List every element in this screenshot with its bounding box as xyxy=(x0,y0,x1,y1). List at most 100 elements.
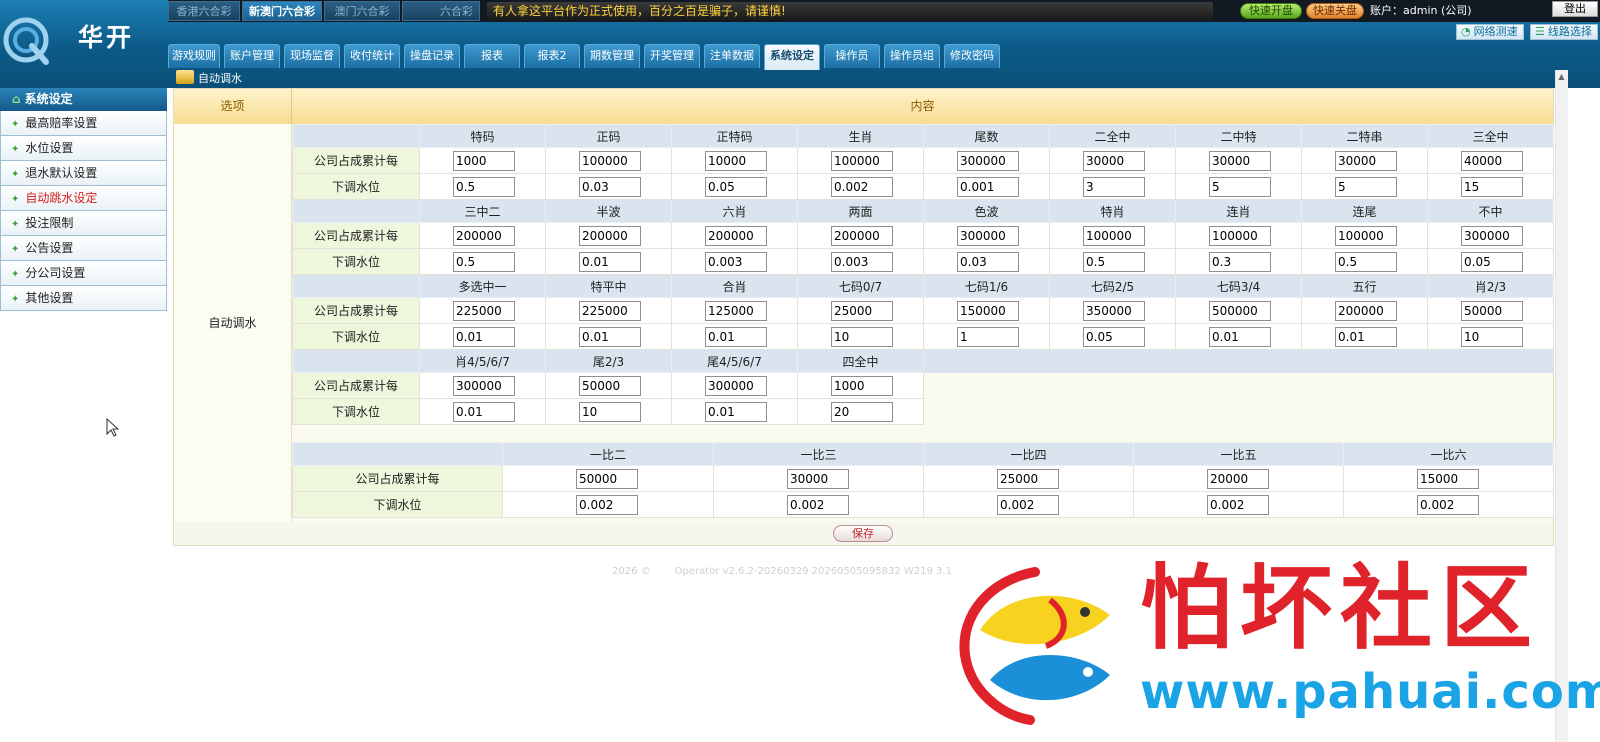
water-input[interactable] xyxy=(997,494,1059,515)
amount-input[interactable] xyxy=(1335,150,1397,171)
amount-input[interactable] xyxy=(1461,225,1523,246)
amount-input[interactable] xyxy=(705,375,767,396)
water-input[interactable] xyxy=(705,176,767,197)
water-input[interactable] xyxy=(1083,176,1145,197)
sidebar-item-water-level[interactable]: ✦ 水位设置 xyxy=(0,136,167,161)
amount-input[interactable] xyxy=(453,300,515,321)
water-input[interactable] xyxy=(957,251,1019,272)
amount-input[interactable] xyxy=(579,225,641,246)
water-input[interactable] xyxy=(1461,176,1523,197)
amount-input[interactable] xyxy=(831,225,893,246)
water-input[interactable] xyxy=(453,251,515,272)
amount-input[interactable] xyxy=(1083,225,1145,246)
amount-input[interactable] xyxy=(705,150,767,171)
nav-tab-settlement[interactable]: 收付统计 xyxy=(344,44,400,68)
sidebar-item-branch[interactable]: ✦ 分公司设置 xyxy=(0,261,167,286)
water-input[interactable] xyxy=(1335,326,1397,347)
nav-tab-rules[interactable]: 游戏规则 xyxy=(168,44,220,68)
amount-input[interactable] xyxy=(997,468,1059,489)
water-input[interactable] xyxy=(705,326,767,347)
quick-open-button[interactable]: 快速开盘 xyxy=(1240,3,1302,19)
amount-input[interactable] xyxy=(1461,300,1523,321)
nav-tab-report2[interactable]: 报表2 xyxy=(524,44,580,68)
amount-input[interactable] xyxy=(579,375,641,396)
amount-input[interactable] xyxy=(957,150,1019,171)
water-input[interactable] xyxy=(579,401,641,422)
water-input[interactable] xyxy=(1461,251,1523,272)
water-input[interactable] xyxy=(1083,326,1145,347)
water-input[interactable] xyxy=(453,401,515,422)
water-input[interactable] xyxy=(831,251,893,272)
water-input[interactable] xyxy=(453,326,515,347)
amount-input[interactable] xyxy=(1207,468,1269,489)
sidebar-item-max-odds[interactable]: ✦ 最高赔率设置 xyxy=(0,111,167,136)
amount-input[interactable] xyxy=(705,300,767,321)
water-input[interactable] xyxy=(1335,251,1397,272)
sidebar-item-notice[interactable]: ✦ 公告设置 xyxy=(0,236,167,261)
sidebar-item-auto-adjust[interactable]: ✦ 自动跳水设定 xyxy=(0,186,167,211)
lottery-tab-macau[interactable]: 澳门六合彩 xyxy=(324,1,400,21)
amount-input[interactable] xyxy=(1417,468,1479,489)
lottery-tab-new-macau[interactable]: 新澳门六合彩 xyxy=(242,1,322,21)
water-input[interactable] xyxy=(579,176,641,197)
amount-input[interactable] xyxy=(787,468,849,489)
water-input[interactable] xyxy=(957,176,1019,197)
amount-input[interactable] xyxy=(453,150,515,171)
water-input[interactable] xyxy=(579,326,641,347)
water-input[interactable] xyxy=(453,176,515,197)
water-input[interactable] xyxy=(787,494,849,515)
amount-input[interactable] xyxy=(576,468,638,489)
amount-input[interactable] xyxy=(831,375,893,396)
water-input[interactable] xyxy=(831,176,893,197)
amount-input[interactable] xyxy=(579,150,641,171)
amount-input[interactable] xyxy=(957,225,1019,246)
water-input[interactable] xyxy=(831,326,893,347)
nav-tab-trade-log[interactable]: 操盘记录 xyxy=(404,44,460,68)
logout-button[interactable]: 登出 xyxy=(1552,1,1598,17)
water-input[interactable] xyxy=(1461,326,1523,347)
water-input[interactable] xyxy=(1207,494,1269,515)
nav-tab-password[interactable]: 修改密码 xyxy=(944,44,1000,68)
water-input[interactable] xyxy=(576,494,638,515)
nav-tab-report[interactable]: 报表 xyxy=(464,44,520,68)
line-select-button[interactable]: ☰ 线路选择 xyxy=(1530,24,1598,40)
water-input[interactable] xyxy=(579,251,641,272)
water-input[interactable] xyxy=(831,401,893,422)
sidebar-item-other[interactable]: ✦ 其他设置 xyxy=(0,286,167,311)
amount-input[interactable] xyxy=(1083,300,1145,321)
amount-input[interactable] xyxy=(1209,150,1271,171)
water-input[interactable] xyxy=(1209,251,1271,272)
nav-tab-system[interactable]: 系统设定 xyxy=(764,44,820,70)
nav-tab-bets[interactable]: 注单数据 xyxy=(704,44,760,68)
water-input[interactable] xyxy=(1209,176,1271,197)
water-input[interactable] xyxy=(1417,494,1479,515)
nav-tab-operators[interactable]: 操作员 xyxy=(824,44,880,68)
amount-input[interactable] xyxy=(957,300,1019,321)
nav-tab-accounts[interactable]: 账户管理 xyxy=(224,44,280,68)
amount-input[interactable] xyxy=(831,300,893,321)
nav-tab-monitor[interactable]: 现场监督 xyxy=(284,44,340,68)
sidebar-item-rebate-default[interactable]: ✦ 退水默认设置 xyxy=(0,161,167,186)
nav-tab-draw[interactable]: 开奖管理 xyxy=(644,44,700,68)
water-input[interactable] xyxy=(957,326,1019,347)
lottery-tab-hk[interactable]: 香港六合彩 xyxy=(168,1,240,21)
amount-input[interactable] xyxy=(1335,225,1397,246)
scroll-up-icon[interactable]: ▲ xyxy=(1555,70,1568,83)
amount-input[interactable] xyxy=(453,225,515,246)
amount-input[interactable] xyxy=(1461,150,1523,171)
amount-input[interactable] xyxy=(831,150,893,171)
water-input[interactable] xyxy=(1083,251,1145,272)
amount-input[interactable] xyxy=(1209,300,1271,321)
water-input[interactable] xyxy=(1209,326,1271,347)
lottery-tab-other[interactable]: 六合彩 xyxy=(402,1,480,21)
nav-tab-periods[interactable]: 期数管理 xyxy=(584,44,640,68)
amount-input[interactable] xyxy=(1083,150,1145,171)
amount-input[interactable] xyxy=(453,375,515,396)
amount-input[interactable] xyxy=(1335,300,1397,321)
amount-input[interactable] xyxy=(1209,225,1271,246)
amount-input[interactable] xyxy=(705,225,767,246)
nav-tab-operator-groups[interactable]: 操作员组 xyxy=(884,44,940,68)
water-input[interactable] xyxy=(705,251,767,272)
network-speed-button[interactable]: ◔ 网络测速 xyxy=(1456,24,1524,40)
water-input[interactable] xyxy=(1335,176,1397,197)
